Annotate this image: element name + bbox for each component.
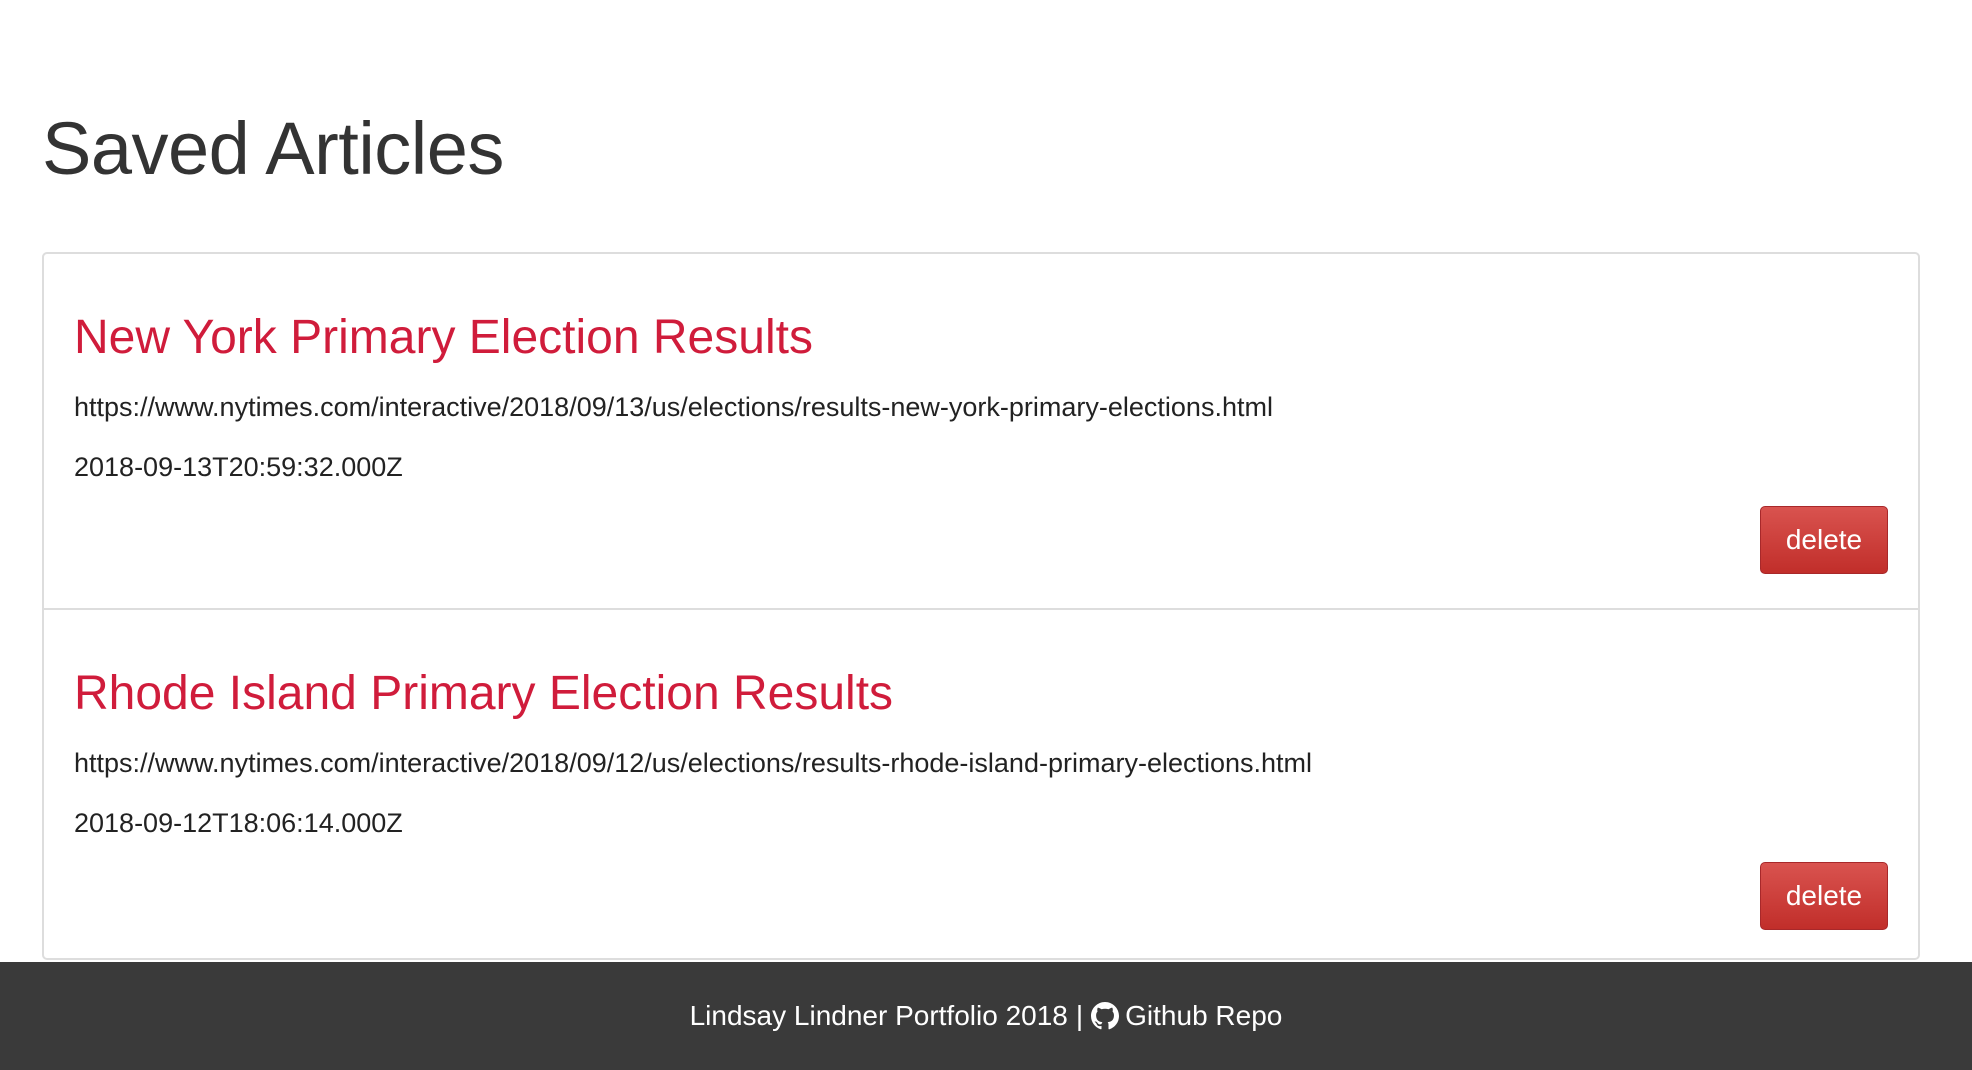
github-icon xyxy=(1091,1002,1120,1030)
article-title[interactable]: Rhode Island Primary Election Results xyxy=(74,670,893,718)
article-date: 2018-09-13T20:59:32.000Z xyxy=(74,452,403,482)
footer-credit: Lindsay Lindner Portfolio 2018 xyxy=(689,1000,1068,1031)
article-date: 2018-09-12T18:06:14.000Z xyxy=(74,808,403,838)
github-repo-label: Github Repo xyxy=(1125,1000,1283,1031)
footer-separator: | xyxy=(1075,1000,1084,1031)
delete-button[interactable]: delete xyxy=(1760,506,1888,574)
page-title: Saved Articles xyxy=(42,107,504,190)
page-content: Saved Articles New York Primary Election… xyxy=(0,0,1972,962)
footer: Lindsay Lindner Portfolio 2018 | Github … xyxy=(0,962,1972,1070)
saved-articles-list: New York Primary Election Results https:… xyxy=(42,252,1920,960)
article-card: New York Primary Election Results https:… xyxy=(44,254,1918,608)
article-url: https://www.nytimes.com/interactive/2018… xyxy=(74,748,1313,778)
github-repo-link[interactable]: Github Repo xyxy=(1091,1000,1282,1032)
article-card: Rhode Island Primary Election Results ht… xyxy=(44,608,1918,962)
delete-button[interactable]: delete xyxy=(1760,862,1888,930)
article-title[interactable]: New York Primary Election Results xyxy=(74,314,813,362)
article-url: https://www.nytimes.com/interactive/2018… xyxy=(74,392,1273,422)
